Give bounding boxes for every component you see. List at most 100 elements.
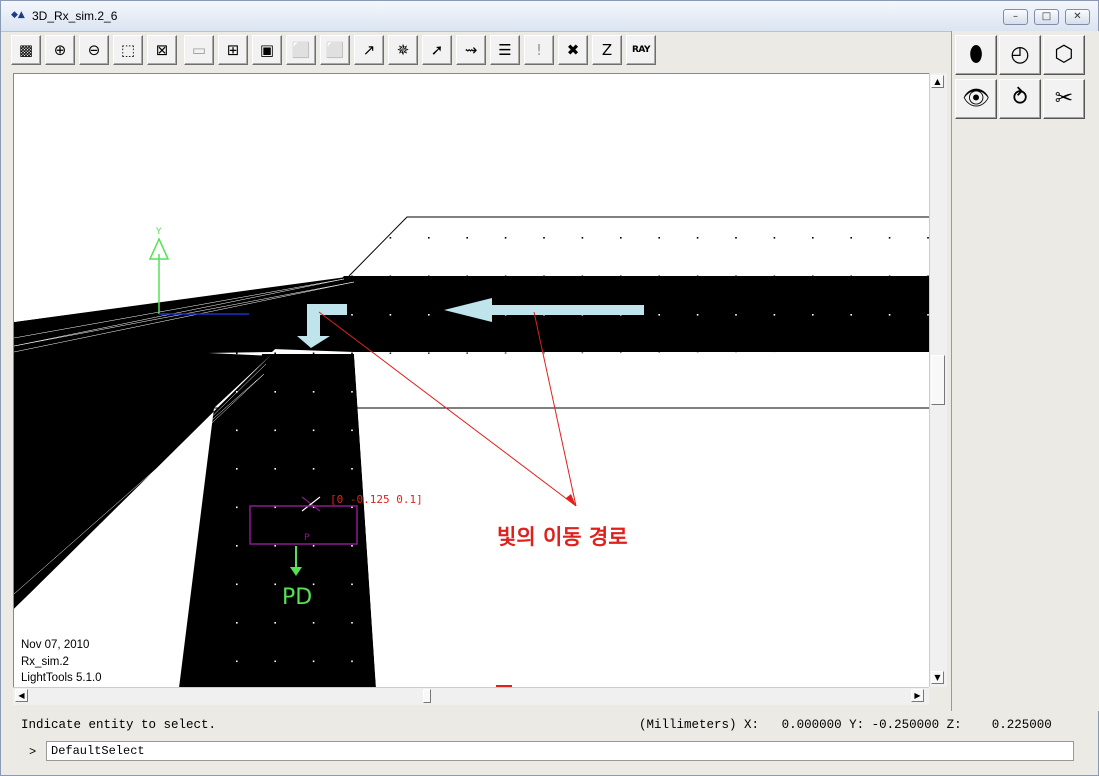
korean-annotation: 빛의 이동 경로 bbox=[497, 525, 628, 549]
ray-button[interactable]: ⇝ bbox=[456, 35, 486, 65]
y-label: Y: bbox=[849, 718, 865, 732]
front-cube-icon: ⬜ bbox=[291, 41, 311, 59]
warning-button[interactable]: ! bbox=[524, 35, 554, 65]
status-message: Indicate entity to select. bbox=[21, 718, 217, 732]
grid-dot bbox=[312, 429, 315, 432]
zoom-out-button[interactable]: ⊖ bbox=[79, 35, 109, 65]
four-view-button[interactable]: ⊞ bbox=[218, 35, 248, 65]
zoom-window-button[interactable]: ⬚ bbox=[113, 35, 143, 65]
delete-button[interactable]: ✖ bbox=[558, 35, 588, 65]
axes-icon: ↗ bbox=[362, 41, 376, 59]
zoom-fit-button[interactable]: ▩ bbox=[11, 35, 41, 65]
vertical-scroll-thumb[interactable] bbox=[931, 355, 945, 405]
view-toolbar: ▩ ⊕ ⊖ ⬚ ⊠ ▭ ⊞ ▣ ⬜ ⬜ ↗ ✵ ➚ ⇝ ☰! ✖ Z RAY bbox=[11, 33, 941, 69]
blank-view-button[interactable]: ▭ bbox=[184, 35, 214, 65]
grid-dot bbox=[351, 622, 353, 624]
zoom-extents-icon: ⊠ bbox=[155, 41, 169, 59]
grid-dot bbox=[312, 468, 315, 470]
rotate-axes-button[interactable]: ✵ bbox=[388, 35, 418, 65]
z-label: Z: bbox=[946, 718, 962, 732]
grid-dot bbox=[312, 391, 315, 393]
grid-dot bbox=[236, 429, 238, 432]
grid-dot bbox=[812, 314, 814, 316]
grid-dot bbox=[428, 314, 430, 316]
lens-ray-icon: ⥁ bbox=[1012, 86, 1028, 111]
model-label: Rx_sim.2 bbox=[21, 656, 69, 668]
grid-dot bbox=[658, 314, 660, 316]
vertical-scrollbar[interactable]: ▲ ▼ bbox=[929, 73, 947, 687]
scene-canvas: Y [0 -0.125 0.1] P PD 빛의 이동 경로 Nov 07, 2… bbox=[14, 74, 930, 688]
arrow-button[interactable]: ➚ bbox=[422, 35, 452, 65]
grid-dot bbox=[888, 237, 891, 239]
zoom-extents-button[interactable]: ⊠ bbox=[147, 35, 177, 65]
lens-button[interactable]: ⬮ bbox=[955, 35, 997, 75]
title-bar[interactable]: ◆▲ 3D_Rx_sim.2_6 – □ ✕ bbox=[1, 1, 1098, 32]
axis-y-label: Y bbox=[155, 227, 162, 237]
axes-button[interactable]: ↗ bbox=[354, 35, 384, 65]
shapes-button[interactable]: ◴ bbox=[999, 35, 1041, 75]
front-cube-button[interactable]: ⬜ bbox=[286, 35, 316, 65]
3d-viewport[interactable]: Y [0 -0.125 0.1] P PD 빛의 이동 경로 Nov 07, 2… bbox=[13, 73, 930, 688]
grid-dot bbox=[696, 314, 699, 316]
command-input[interactable] bbox=[46, 741, 1074, 761]
ray-trace-button[interactable]: RAY bbox=[626, 35, 656, 65]
grid-dot bbox=[274, 545, 276, 547]
grid-dot bbox=[236, 468, 238, 470]
grid-dot bbox=[850, 237, 852, 239]
eye-button[interactable]: 👁 bbox=[955, 79, 997, 119]
lens-icon: ⬮ bbox=[969, 42, 983, 67]
z-button[interactable]: Z bbox=[592, 35, 622, 65]
delete-icon: ✖ bbox=[566, 41, 580, 59]
grid-dot bbox=[236, 545, 238, 547]
grid-dot bbox=[312, 622, 315, 624]
arrow-icon: ➚ bbox=[430, 41, 444, 59]
shaded-cube-button[interactable]: ▣ bbox=[252, 35, 282, 65]
scissors-button[interactable]: ✂ bbox=[1043, 79, 1085, 119]
lens-ray-button[interactable]: ⥁ bbox=[999, 79, 1041, 119]
grid-dot bbox=[274, 660, 276, 663]
grid-dot bbox=[274, 468, 276, 470]
grid-dot bbox=[312, 352, 315, 355]
minimize-button[interactable]: – bbox=[1003, 9, 1028, 25]
grid-dot bbox=[351, 468, 353, 470]
scroll-left-arrow-icon[interactable]: ◀ bbox=[15, 689, 28, 702]
shapes-icon: ◴ bbox=[1010, 42, 1030, 67]
scroll-down-arrow-icon[interactable]: ▼ bbox=[931, 671, 944, 684]
command-prompt: > bbox=[29, 745, 37, 759]
app-window: ◆▲ 3D_Rx_sim.2_6 – □ ✕ ▩ ⊕ ⊖ ⬚ ⊠ ▭ ⊞ ▣ ⬜ ⬜ ↗ ✵ ➚ ⇝ ☰! ✖… bbox=[0, 0, 1099, 776]
pd-label: PD bbox=[282, 585, 312, 610]
grid-dot bbox=[236, 622, 238, 624]
grid-dot bbox=[850, 314, 852, 316]
scroll-up-arrow-icon[interactable]: ▲ bbox=[931, 75, 944, 88]
grid-dot bbox=[351, 583, 353, 586]
pd-detector-marker: P bbox=[304, 533, 310, 543]
horizontal-scroll-thumb[interactable] bbox=[423, 689, 431, 703]
close-button[interactable]: ✕ bbox=[1065, 9, 1090, 25]
grid-dot bbox=[351, 660, 353, 663]
zoom-fit-icon: ▩ bbox=[18, 41, 34, 59]
grid-dot bbox=[581, 237, 584, 239]
horizontal-scrollbar[interactable]: ◀ ▶ bbox=[13, 687, 929, 705]
shaded-cube-icon: ▣ bbox=[259, 41, 275, 59]
list-button[interactable]: ☰ bbox=[490, 35, 520, 65]
ray-icon: ⇝ bbox=[464, 41, 478, 59]
zoom-in-button[interactable]: ⊕ bbox=[45, 35, 75, 65]
window-title: 3D_Rx_sim.2_6 bbox=[32, 9, 118, 23]
scroll-right-arrow-icon[interactable]: ▶ bbox=[911, 689, 924, 702]
zoom-in-icon: ⊕ bbox=[53, 41, 67, 59]
grid-dot bbox=[351, 429, 353, 432]
grid-dot bbox=[773, 314, 776, 316]
grid-dot bbox=[773, 237, 776, 239]
housing-top-line bbox=[348, 216, 930, 277]
grid-dot bbox=[812, 237, 814, 239]
side-cube-icon: ⬜ bbox=[325, 41, 345, 59]
solids-button[interactable]: ⬡ bbox=[1043, 35, 1085, 75]
maximize-button[interactable]: □ bbox=[1034, 9, 1059, 25]
side-cube-button[interactable]: ⬜ bbox=[320, 35, 350, 65]
grid-dot bbox=[274, 622, 276, 624]
y-value: -0.250000 bbox=[871, 718, 940, 732]
grid-dot bbox=[236, 352, 238, 355]
z-value: 0.225000 bbox=[991, 718, 1052, 732]
zoom-window-icon: ⬚ bbox=[120, 41, 136, 59]
blank-view-icon: ▭ bbox=[191, 41, 207, 59]
